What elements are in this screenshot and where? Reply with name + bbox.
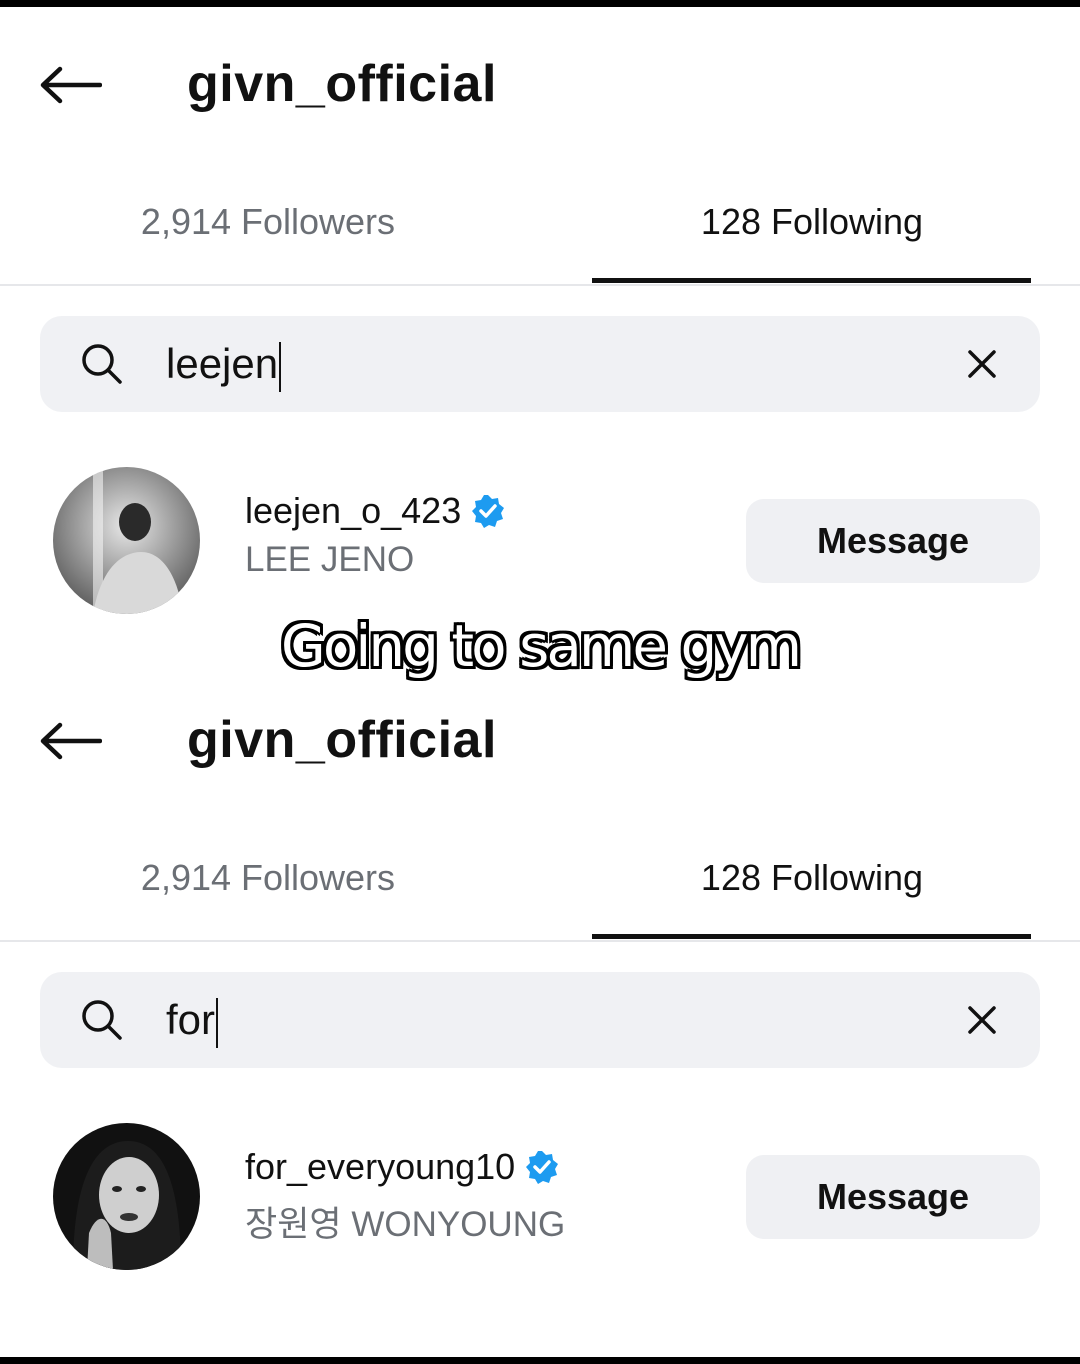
profile-title: givn_official [187, 55, 497, 113]
tab-following-label: 128 Following [700, 857, 924, 898]
result-username[interactable]: leejen_o_423 [245, 490, 505, 532]
result-username-text: leejen_o_423 [245, 490, 462, 531]
clear-search-icon[interactable] [964, 1002, 1000, 1038]
text-cursor [279, 341, 282, 392]
message-button[interactable]: Message [746, 499, 1040, 583]
back-arrow-icon[interactable] [38, 65, 103, 105]
search-input[interactable]: for [166, 994, 219, 1048]
video-caption: Going to same gym [280, 612, 802, 680]
search-icon [80, 342, 124, 386]
search-bar[interactable]: for [40, 972, 1040, 1068]
frame-border-bottom [0, 1357, 1080, 1364]
screenshot-panel-2: givn_official 2,914 Followers 128 Follow… [0, 656, 1080, 1312]
screenshot-panel-1: givn_official 2,914 Followers 128 Follow… [0, 0, 1080, 656]
clear-search-icon[interactable] [964, 346, 1000, 382]
tab-following[interactable]: 128 Following [592, 195, 1032, 285]
tab-followers-label: 2,914 Followers [140, 857, 396, 898]
tab-following-label: 128 Following [700, 201, 924, 242]
search-input-value: leejen [166, 340, 279, 387]
search-icon [80, 998, 124, 1042]
avatar[interactable] [53, 467, 200, 614]
verified-badge-icon [471, 494, 505, 528]
avatar[interactable] [53, 1123, 200, 1270]
verified-badge-icon [525, 1150, 559, 1184]
tab-followers[interactable]: 2,914 Followers [48, 851, 488, 941]
message-button[interactable]: Message [746, 1155, 1040, 1239]
text-cursor [216, 997, 219, 1048]
tab-following[interactable]: 128 Following [592, 851, 1032, 941]
search-input-value: for [166, 996, 216, 1043]
result-full-name: LEE JENO [245, 540, 415, 579]
tab-followers[interactable]: 2,914 Followers [48, 195, 488, 285]
tab-divider [0, 940, 1080, 942]
back-arrow-icon[interactable] [38, 721, 103, 761]
search-bar[interactable]: leejen [40, 316, 1040, 412]
result-username[interactable]: for_everyoung10 [245, 1146, 559, 1188]
search-input[interactable]: leejen [166, 338, 282, 392]
tab-divider [0, 284, 1080, 286]
tab-followers-label: 2,914 Followers [140, 201, 396, 242]
result-full-name: 장원영 WONYOUNG [245, 1205, 566, 1244]
active-tab-indicator [592, 934, 1031, 939]
profile-title: givn_official [187, 711, 497, 769]
result-username-text: for_everyoung10 [245, 1146, 516, 1187]
active-tab-indicator [592, 278, 1031, 283]
